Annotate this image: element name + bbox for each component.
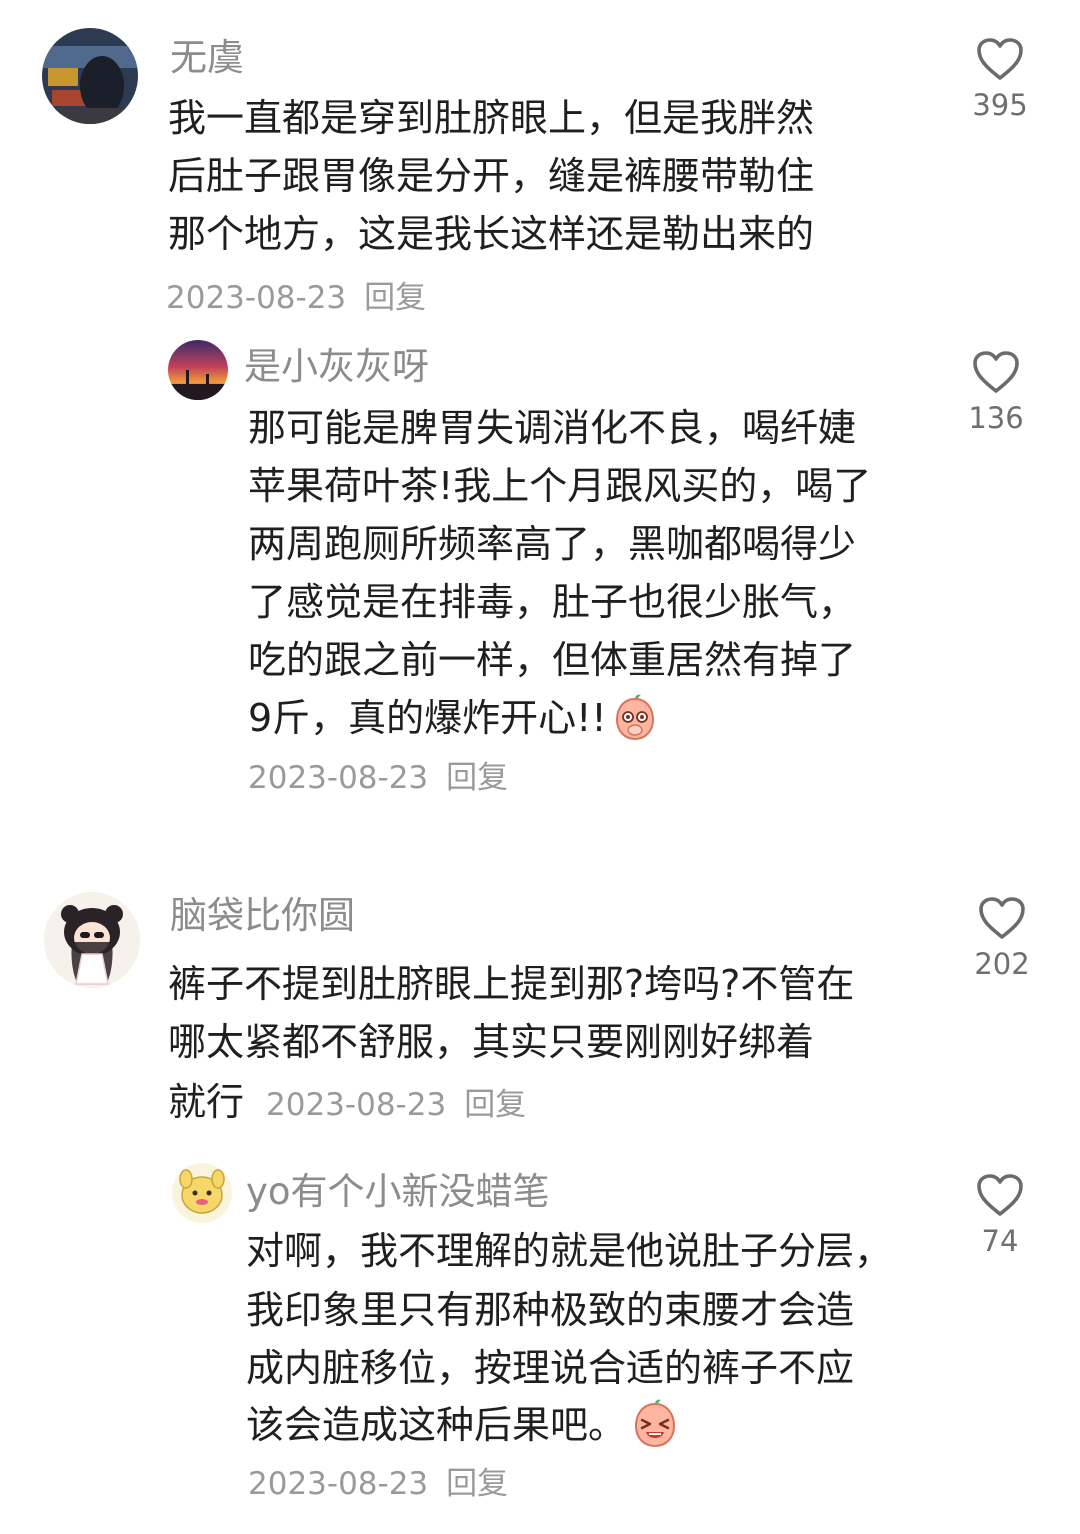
- comment-date: 2023-08-23: [248, 1466, 429, 1502]
- comment-meta: 2023-08-23 回复: [166, 278, 426, 318]
- comment-line: 吃的跟之前一样，但体重居然有掉了: [248, 638, 857, 682]
- comment-date: 2023-08-23: [266, 1087, 447, 1123]
- peach-face-emoji: [613, 693, 657, 757]
- comment-line: 9斤，真的爆炸开心!!: [248, 696, 607, 740]
- comment-meta: 2023-08-23 回复: [248, 758, 508, 798]
- heart-outline-icon: [977, 1174, 1023, 1216]
- avatar[interactable]: [168, 340, 228, 400]
- comment-line: 裤子不提到肚脐眼上提到那?垮吗?不管在: [168, 962, 855, 1006]
- avatar[interactable]: [42, 28, 138, 124]
- like-count: 395: [972, 88, 1028, 122]
- heart-outline-icon: [977, 38, 1023, 80]
- heart-outline-icon: [979, 897, 1025, 939]
- comment-line: 该会造成这种后果吧。: [246, 1403, 627, 1447]
- comment-line: 成内脏移位，按理说合适的裤子不应: [246, 1346, 855, 1390]
- comment-line: 哪太紧都不舒服，其实只要刚刚好绑着: [168, 1020, 815, 1064]
- username[interactable]: 是小灰灰呀: [244, 343, 429, 391]
- username[interactable]: 脑袋比你圆: [170, 892, 355, 940]
- comment-line-last: 该会造成这种后果吧。: [246, 1396, 678, 1464]
- reply-button[interactable]: 回复: [464, 1087, 526, 1123]
- comment-line-last: 9斤，真的爆炸开心!!: [248, 689, 657, 757]
- reply-button[interactable]: 回复: [446, 1466, 508, 1502]
- reply-button[interactable]: 回复: [446, 760, 508, 796]
- like-count: 136: [968, 401, 1024, 435]
- peach-crying-emoji: [632, 1398, 678, 1464]
- like-count: 74: [981, 1224, 1019, 1258]
- username[interactable]: yo有个小新没蜡笔: [246, 1168, 550, 1216]
- comment-line: 两周跑厕所频率高了，黑咖都喝得少: [248, 522, 857, 566]
- comment-meta: 2023-08-23 回复: [248, 1464, 508, 1504]
- like-button[interactable]: 136: [956, 349, 1036, 437]
- comment-line-last: 就行 2023-08-23 回复: [168, 1073, 526, 1131]
- comment-line: 了感觉是在排毒，肚子也很少胀气，: [248, 580, 857, 624]
- heart-outline-icon: [973, 351, 1019, 393]
- like-button[interactable]: 74: [960, 1172, 1040, 1260]
- comment-date: 2023-08-23: [166, 280, 347, 316]
- reply-button[interactable]: 回复: [364, 280, 426, 316]
- comment-line: 那可能是脾胃失调消化不良，喝纤婕: [248, 406, 857, 450]
- comment-line: 苹果荷叶茶!我上个月跟风买的，喝了: [248, 464, 872, 508]
- comment-meta: 2023-08-23 回复: [266, 1087, 526, 1123]
- comment-date: 2023-08-23: [248, 760, 429, 796]
- comment-line: 对啊，我不理解的就是他说肚子分层，: [246, 1229, 893, 1273]
- comment-line: 我一直都是穿到肚脐眼上，但是我胖然: [168, 96, 815, 140]
- comment-line: 我印象里只有那种极致的束腰才会造: [246, 1288, 855, 1332]
- comment-line: 后肚子跟胃像是分开，缝是裤腰带勒住: [168, 154, 815, 198]
- username[interactable]: 无虞: [170, 34, 244, 82]
- comment-line: 就行: [168, 1080, 245, 1124]
- like-button[interactable]: 395: [960, 36, 1040, 124]
- comment-line: 那个地方，这是我长这样还是勒出来的: [168, 212, 815, 256]
- avatar[interactable]: [172, 1163, 232, 1223]
- like-count: 202: [974, 947, 1030, 981]
- avatar[interactable]: [44, 892, 140, 988]
- like-button[interactable]: 202: [962, 895, 1042, 983]
